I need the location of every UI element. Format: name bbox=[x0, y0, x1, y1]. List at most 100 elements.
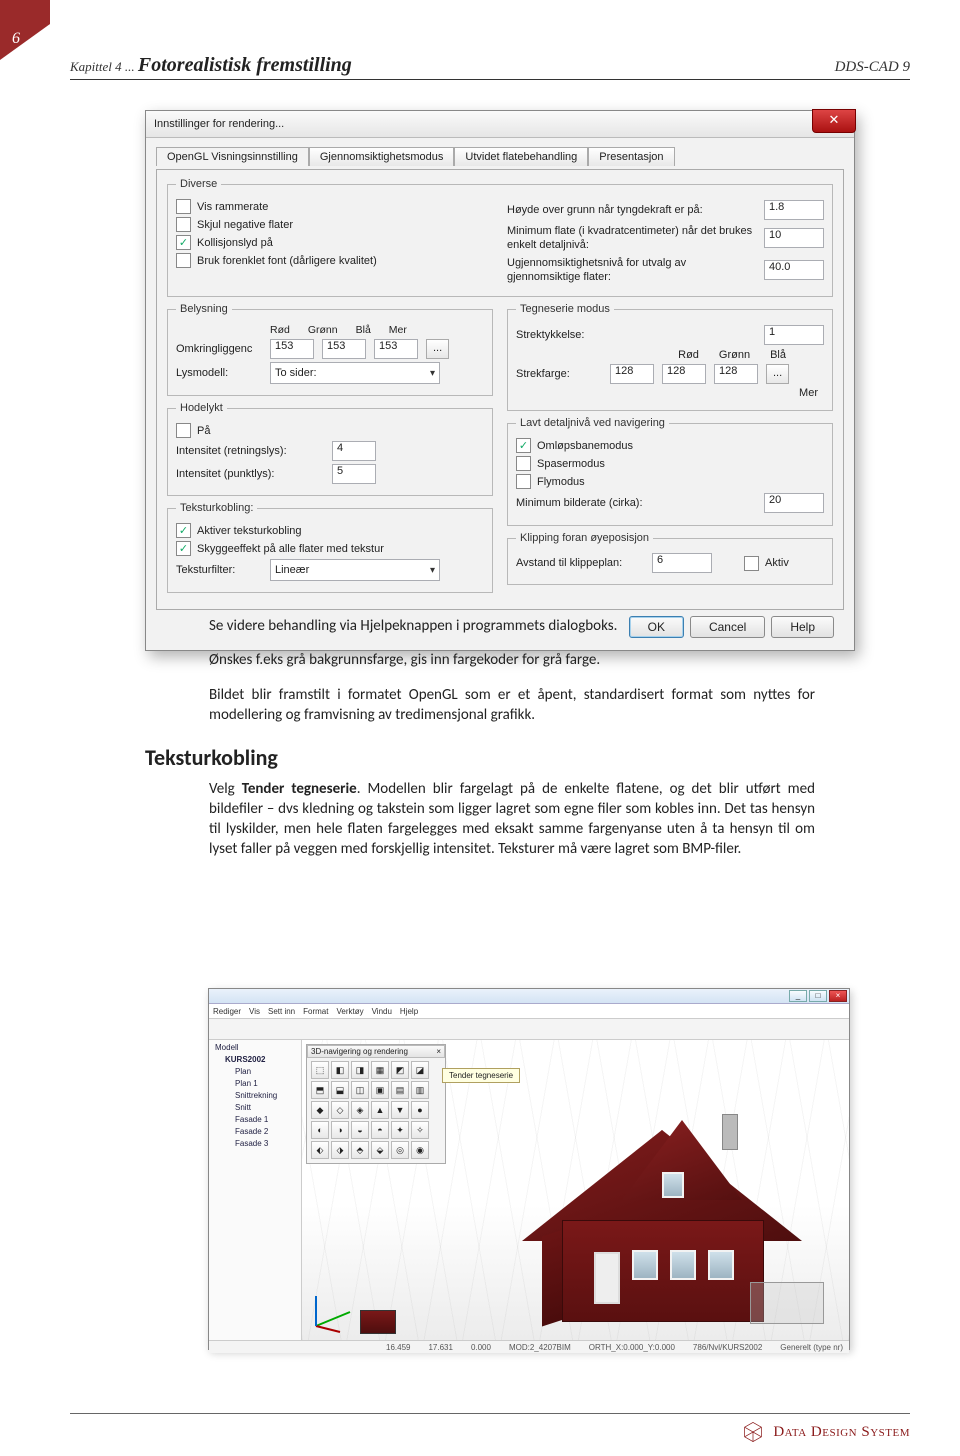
inp-strektykk[interactable]: 1 bbox=[764, 325, 824, 345]
close-icon[interactable]: × bbox=[829, 990, 847, 1002]
palette-icon[interactable]: ◧ bbox=[331, 1061, 349, 1079]
palette-icon[interactable]: ◪ bbox=[411, 1061, 429, 1079]
cb-spaser[interactable] bbox=[516, 456, 531, 471]
palette-icon[interactable]: ◐ bbox=[311, 1121, 329, 1139]
palette-icon[interactable]: ● bbox=[411, 1101, 429, 1119]
inp-omkring-g[interactable]: 153 bbox=[322, 339, 366, 359]
group-klipping: Klipping foran øyeposisjon Avstand til k… bbox=[507, 532, 833, 585]
inp-minflate[interactable]: 10 bbox=[764, 228, 824, 248]
tab-transpar[interactable]: Gjennomsiktighetsmodus bbox=[309, 147, 455, 166]
menu-item[interactable]: Sett inn bbox=[268, 1007, 295, 1016]
axis-gizmo bbox=[306, 1282, 360, 1336]
palette-icon[interactable]: ▦ bbox=[371, 1061, 389, 1079]
tree-root[interactable]: Modell bbox=[211, 1042, 299, 1054]
palette-icon[interactable]: ▼ bbox=[391, 1101, 409, 1119]
tree-leaf[interactable]: Snitt bbox=[211, 1102, 299, 1114]
app-tree[interactable]: Modell KURS2002 Plan Plan 1 Snittrekning… bbox=[209, 1040, 302, 1340]
cb-kollisjon[interactable] bbox=[176, 235, 191, 250]
inp-retn[interactable]: 4 bbox=[332, 441, 376, 461]
palette-icon[interactable]: ◨ bbox=[351, 1061, 369, 1079]
dialog-titlebar[interactable]: Innstillinger for rendering... ✕ bbox=[146, 111, 854, 138]
palette-icon[interactable]: ⬒ bbox=[311, 1081, 329, 1099]
palette-icon[interactable]: ◉ bbox=[411, 1141, 429, 1159]
lbl-punkt: Intensitet (punktlys): bbox=[176, 467, 326, 481]
palette-icon[interactable]: ◓ bbox=[371, 1121, 389, 1139]
palette-icon[interactable]: ◎ bbox=[391, 1141, 409, 1159]
palette-icon[interactable]: ◒ bbox=[351, 1121, 369, 1139]
palette-icon[interactable]: ⬘ bbox=[351, 1141, 369, 1159]
minimize-icon[interactable]: _ bbox=[789, 990, 807, 1002]
tree-node[interactable]: KURS2002 bbox=[211, 1054, 299, 1066]
palette-icon[interactable]: ▣ bbox=[371, 1081, 389, 1099]
menu-item[interactable]: Format bbox=[303, 1007, 328, 1016]
cb-skjul-negative[interactable] bbox=[176, 217, 191, 232]
sel-teksturfilter[interactable]: Lineær ▾ bbox=[270, 559, 440, 581]
palette-icon[interactable]: ⬚ bbox=[311, 1061, 329, 1079]
header-chapter: Kapittel 4 ... bbox=[70, 59, 138, 74]
tree-leaf[interactable]: Snittrekning bbox=[211, 1090, 299, 1102]
tab-present[interactable]: Presentasjon bbox=[588, 147, 674, 166]
maximize-icon[interactable]: □ bbox=[809, 990, 827, 1002]
tree-leaf[interactable]: Fasade 1 bbox=[211, 1114, 299, 1126]
palette-icon[interactable]: ✧ bbox=[411, 1121, 429, 1139]
palette-icon[interactable]: ◩ bbox=[391, 1061, 409, 1079]
palette-icon[interactable]: ▤ bbox=[391, 1081, 409, 1099]
tree-leaf[interactable]: Plan bbox=[211, 1066, 299, 1078]
palette-icon[interactable]: ▲ bbox=[371, 1101, 389, 1119]
palette-close-icon[interactable]: × bbox=[436, 1047, 441, 1056]
tree-leaf[interactable]: Fasade 2 bbox=[211, 1126, 299, 1138]
palette-icon[interactable]: ◈ bbox=[351, 1101, 369, 1119]
app-menubar[interactable]: Rediger Vis Sett inn Format Verktøy Vind… bbox=[209, 1004, 849, 1019]
app-3d-view[interactable]: 3D-navigering og rendering× ⬚◧◨▦◩◪ ⬒⬓◫▣▤… bbox=[302, 1040, 849, 1340]
cb-vis-rammerate[interactable] bbox=[176, 199, 191, 214]
tab-opengl[interactable]: OpenGL Visningsinnstilling bbox=[156, 147, 309, 166]
cb-aktiv[interactable] bbox=[744, 556, 759, 571]
palette-icon[interactable]: ◇ bbox=[331, 1101, 349, 1119]
inp-omkring-r[interactable]: 153 bbox=[270, 339, 314, 359]
inp-hoyde[interactable]: 1.8 bbox=[764, 200, 824, 220]
cb-fly[interactable] bbox=[516, 474, 531, 489]
app-titlebar[interactable]: _ □ × bbox=[209, 989, 849, 1004]
palette-icon[interactable]: ⬙ bbox=[371, 1141, 389, 1159]
cb-skygge[interactable] bbox=[176, 541, 191, 556]
inp-minbild[interactable]: 20 bbox=[764, 493, 824, 513]
app-toolbar[interactable] bbox=[209, 1019, 849, 1040]
menu-item[interactable]: Rediger bbox=[213, 1007, 241, 1016]
para-3: Bildet blir framstilt i formatet OpenGL … bbox=[209, 685, 815, 726]
palette-icon[interactable]: ◑ bbox=[331, 1121, 349, 1139]
cb-forenklet-font[interactable] bbox=[176, 253, 191, 268]
palette-icon[interactable]: ⬖ bbox=[311, 1141, 329, 1159]
material-swatch[interactable] bbox=[360, 1310, 396, 1334]
tab-surface[interactable]: Utvidet flatebehandling bbox=[454, 147, 588, 166]
floating-palette[interactable]: 3D-navigering og rendering× ⬚◧◨▦◩◪ ⬒⬓◫▣▤… bbox=[306, 1044, 446, 1164]
inp-sf-g[interactable]: 128 bbox=[662, 364, 706, 384]
tree-leaf[interactable]: Fasade 3 bbox=[211, 1138, 299, 1150]
inp-ugjennom[interactable]: 40.0 bbox=[764, 260, 824, 280]
inp-omkring-b[interactable]: 153 bbox=[374, 339, 418, 359]
page-corner bbox=[0, 0, 50, 60]
palette-icon[interactable]: ✦ bbox=[391, 1121, 409, 1139]
sel-lysmodell[interactable]: To sider: ▾ bbox=[270, 362, 440, 384]
palette-icon[interactable]: ⬗ bbox=[331, 1141, 349, 1159]
close-icon[interactable]: ✕ bbox=[812, 109, 856, 133]
menu-item[interactable]: Vindu bbox=[372, 1007, 392, 1016]
tree-leaf[interactable]: Plan 1 bbox=[211, 1078, 299, 1090]
inp-punkt[interactable]: 5 bbox=[332, 464, 376, 484]
btn-omkring-more[interactable]: ... bbox=[426, 339, 449, 359]
palette-icon[interactable]: ◆ bbox=[311, 1101, 329, 1119]
palette-icon[interactable]: ▥ bbox=[411, 1081, 429, 1099]
inp-sf-r[interactable]: 128 bbox=[610, 364, 654, 384]
inp-sf-b[interactable]: 128 bbox=[714, 364, 758, 384]
cb-aktiver-tekstur[interactable] bbox=[176, 523, 191, 538]
cb-omlop[interactable] bbox=[516, 438, 531, 453]
cb-hodelykt-pa[interactable] bbox=[176, 423, 191, 438]
palette-icon[interactable]: ⬓ bbox=[331, 1081, 349, 1099]
head-bla: Blå bbox=[356, 324, 371, 336]
menu-item[interactable]: Hjelp bbox=[400, 1007, 418, 1016]
palette-icon[interactable]: ◫ bbox=[351, 1081, 369, 1099]
app-screenshot: _ □ × Rediger Vis Sett inn Format Verktø… bbox=[208, 988, 850, 1350]
menu-item[interactable]: Vis bbox=[249, 1007, 260, 1016]
menu-item[interactable]: Verktøy bbox=[336, 1007, 363, 1016]
inp-avstand[interactable]: 6 bbox=[652, 553, 712, 573]
btn-sf-more[interactable]: ... bbox=[766, 364, 789, 384]
